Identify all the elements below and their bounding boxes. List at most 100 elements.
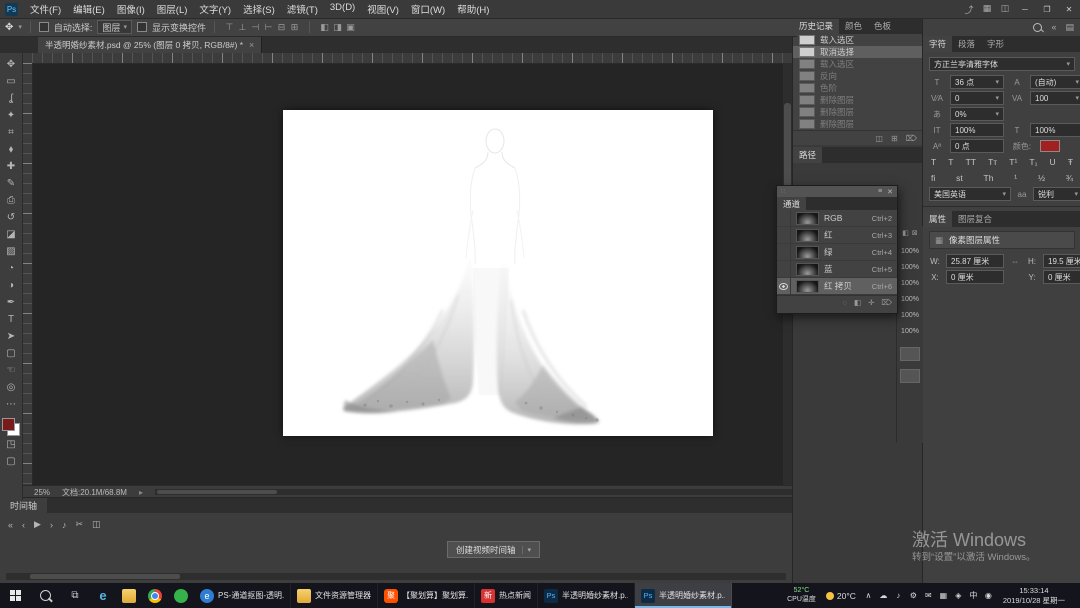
height-input[interactable]: 19.5 厘米 (1043, 254, 1080, 268)
workspace-icon[interactable]: ⤴ (960, 3, 978, 16)
history-entry[interactable]: 载入选区 (793, 58, 923, 70)
type-style-icon[interactable]: Tᴛ (988, 157, 997, 167)
taskbar-app-button[interactable]: PS-通道抠图-透明.. (194, 583, 291, 608)
tray-icon[interactable]: ☁ (876, 591, 891, 600)
opentype-feature-icon[interactable]: ¾ (1066, 173, 1073, 183)
font-family-select[interactable]: 方正兰亭清雅字体 ▾ (929, 57, 1075, 71)
pinned-app-button[interactable] (116, 583, 142, 608)
panel-tab[interactable]: 颜色 (839, 18, 868, 34)
playback-control-icon[interactable]: › (50, 520, 53, 530)
align-icon[interactable]: ⊤ (223, 22, 236, 33)
history-entry[interactable]: 反向 (793, 70, 923, 82)
link-dimensions-icon[interactable]: ⇔ (1009, 257, 1021, 266)
search-icon[interactable] (1033, 22, 1043, 32)
dock-collapse-icon[interactable]: ▤ (1065, 22, 1074, 33)
history-footer-icon[interactable]: ⌦ (906, 134, 917, 143)
chevron-down-icon[interactable]: ▾ (521, 545, 531, 554)
weather-widget[interactable]: 20°C (821, 591, 861, 601)
dock-collapse-icon[interactable]: « (1051, 22, 1056, 33)
window-control-button[interactable]: ✕ (1058, 0, 1080, 18)
create-video-timeline-button[interactable]: 创建视频时间轴 ▾ (447, 541, 541, 558)
panel-tab[interactable]: 属性 (923, 211, 953, 227)
paths-tab[interactable]: 路径 (793, 147, 823, 163)
menu-item[interactable]: 图像(I) (111, 2, 151, 16)
channel-footer-icon[interactable]: ◌ (843, 298, 847, 307)
history-entry[interactable]: 删除图层 (793, 118, 923, 130)
playback-control-icon[interactable]: ▶ (34, 519, 41, 530)
tray-icon[interactable]: ◉ (981, 591, 996, 600)
leading-select[interactable]: (自动) ▾ (1030, 75, 1080, 89)
opentype-feature-icon[interactable]: ½ (1038, 173, 1045, 183)
taskbar-app-button[interactable]: 半透明婚纱素材.p.. (635, 583, 732, 608)
tray-icon[interactable]: ⚙ (906, 591, 921, 600)
panel-tab[interactable]: 历史记录 (793, 18, 840, 34)
antialias-select[interactable]: 锐利 ▾ (1033, 187, 1080, 201)
menu-item[interactable]: 滤镜(T) (281, 2, 324, 16)
taskbar-app-button[interactable]: 文件资源管理器 (291, 583, 378, 608)
opentype-feature-icon[interactable]: fi (931, 173, 935, 183)
visibility-eye-icon[interactable] (777, 227, 791, 243)
gradient-tool[interactable]: ▨ (2, 243, 20, 260)
channel-row[interactable]: 红 拷贝 Ctrl+6 (777, 278, 897, 295)
timeline-scrollbar[interactable] (6, 573, 786, 580)
path-selection-tool[interactable]: ➤ (2, 328, 20, 345)
menu-item[interactable]: 选择(S) (237, 2, 281, 16)
scrollbar-thumb[interactable] (30, 574, 180, 579)
playback-control-icon[interactable]: ✂ (75, 519, 83, 530)
playback-control-icon[interactable]: ♪ (62, 520, 67, 530)
menu-item[interactable]: 文件(F) (24, 2, 67, 16)
taskbar-clock[interactable]: 15:33:14 2019/10/28 星期一 (996, 586, 1072, 606)
channel-footer-icon[interactable]: ◧ (854, 298, 861, 307)
history-entry[interactable]: 删除图层 (793, 94, 923, 106)
lasso-tool[interactable]: ʆ (2, 90, 20, 107)
menu-item[interactable]: 窗口(W) (405, 2, 451, 16)
baseline-shift-input[interactable]: 0 点 (950, 139, 1004, 153)
workspace-icon[interactable]: ▦ (978, 3, 996, 16)
history-entry[interactable]: 取消选择 (793, 46, 923, 58)
channel-row[interactable]: 红 Ctrl+3 (777, 227, 897, 244)
type-style-icon[interactable]: T¹ (1009, 157, 1017, 167)
panel-tab[interactable]: 色板 (868, 18, 897, 34)
visibility-eye-icon[interactable] (777, 278, 791, 294)
marquee-tool[interactable]: ▭ (2, 73, 20, 90)
align-icon[interactable]: ⊥ (236, 22, 249, 33)
crop-tool[interactable]: ⌗ (2, 124, 20, 141)
align-icon[interactable]: ⊟ (275, 22, 288, 33)
history-entry[interactable]: 色阶 (793, 82, 923, 94)
tray-icon[interactable]: 中 (966, 590, 981, 601)
auto-select-dropdown[interactable]: 图层 ▾ (97, 20, 132, 34)
tray-icon[interactable]: ♪ (891, 591, 906, 600)
mode-icon[interactable]: ▣ (344, 22, 357, 33)
taskbar-app-button[interactable]: 半透明婚纱素材.p.. (538, 583, 635, 608)
panel-tab[interactable]: 段落 (952, 36, 981, 52)
move-tool[interactable]: ✥ (2, 56, 20, 73)
document-canvas[interactable] (283, 110, 713, 436)
mini-panel-icon[interactable]: ⊠ (912, 229, 918, 237)
panel-menu-icon[interactable]: ≡ (878, 188, 882, 195)
channel-footer-icon[interactable]: ✛ (868, 298, 874, 307)
playback-control-icon[interactable]: ◫ (92, 519, 101, 530)
playback-control-icon[interactable]: ‹ (22, 520, 25, 530)
zoom-tool[interactable]: ◎ (2, 379, 20, 396)
tool-preset-arrow-icon[interactable]: ▾ (18, 23, 22, 31)
healing-brush-tool[interactable]: ✚ (2, 158, 20, 175)
menu-item[interactable]: 图层(L) (151, 2, 194, 16)
status-arrow-icon[interactable]: ▸ (139, 488, 143, 497)
close-tab-icon[interactable]: × (249, 40, 254, 50)
blur-tool[interactable]: ◔ (2, 260, 20, 277)
clone-stamp-tool[interactable]: ⎙ (2, 192, 20, 209)
horizontal-scale-input[interactable]: 100% (1030, 123, 1080, 137)
quick-selection-tool[interactable]: ✦ (2, 107, 20, 124)
history-brush-tool[interactable]: ↺ (2, 209, 20, 226)
cpu-temp-widget[interactable]: 52°C CPU温度 (782, 587, 821, 604)
eraser-tool[interactable]: ◪ (2, 226, 20, 243)
more-tools-button[interactable]: ⋯ (2, 396, 20, 413)
dodge-tool[interactable]: ◑ (2, 277, 20, 294)
tray-icon[interactable]: ∧ (861, 591, 876, 600)
pinned-app-button[interactable] (90, 583, 116, 608)
history-entry[interactable]: 删除图层 (793, 106, 923, 118)
timeline-tab[interactable]: 时间轴 (0, 498, 48, 513)
type-style-icon[interactable]: T₁ (1029, 157, 1037, 167)
taskbar-app-button[interactable]: 【聚划算】聚划算.. (378, 583, 475, 608)
taskbar-app-button[interactable]: 热点新闻 (475, 583, 538, 608)
